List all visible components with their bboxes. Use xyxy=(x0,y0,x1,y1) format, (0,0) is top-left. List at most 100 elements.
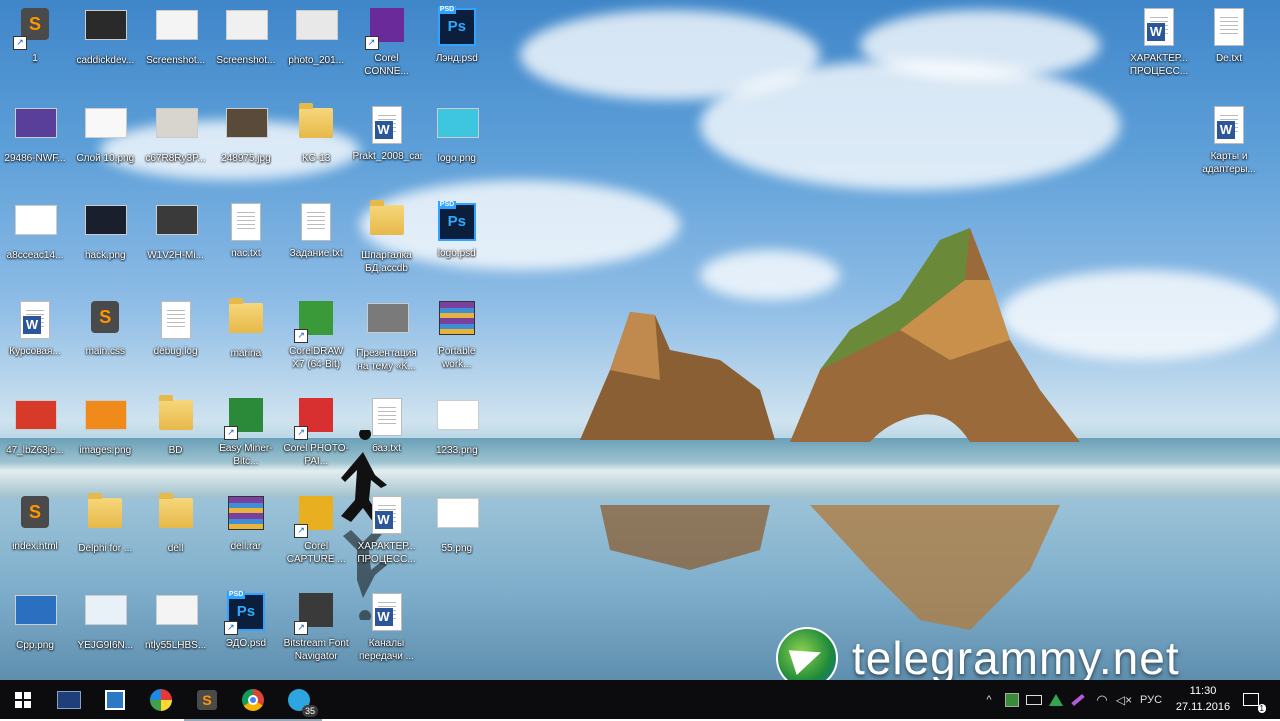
desktop-icon[interactable]: 1233.png xyxy=(422,394,492,489)
desktop-icon[interactable]: ↗ Corel CAPTURE ... xyxy=(281,492,351,587)
desktop-icon[interactable]: debug.log xyxy=(141,297,211,392)
notifications-button[interactable]: 1 xyxy=(1236,680,1266,719)
taskbar-app-blue[interactable] xyxy=(92,680,138,719)
desktop-icon[interactable]: YEJG9I6N... xyxy=(70,589,140,680)
taskbar-app-telegram[interactable]: 35 xyxy=(276,680,322,721)
desktop-icon-label: c67R8Ry3P... xyxy=(145,152,206,164)
language-indicator[interactable]: РУС xyxy=(1138,680,1164,719)
desktop-icon[interactable]: баз.txt xyxy=(352,394,422,489)
desktop-icon-label: main.css xyxy=(85,345,126,357)
desktop-icon[interactable]: a8cceac14... xyxy=(0,199,70,294)
desktop-icon[interactable]: BD xyxy=(141,394,211,489)
desktop-icon[interactable]: W Prakt_2008_cam_ru_32... xyxy=(352,102,422,197)
desktop-icon[interactable]: Задание.txt xyxy=(281,199,351,294)
desktop-icon[interactable]: ↗ Corel PHOTO-PAI... xyxy=(281,394,351,489)
clock-time: 11:30 xyxy=(1189,685,1217,697)
desktop-icon[interactable]: Ps PSD Лэнд.psd xyxy=(422,4,492,99)
desktop-icon[interactable]: hack.png xyxy=(70,199,140,294)
desktop-icon[interactable]: ↗ Corel CONNE... xyxy=(352,4,422,99)
desktop-icon[interactable]: Screenshot... xyxy=(211,4,281,99)
word-doc-icon: W xyxy=(1209,106,1249,146)
desktop-icon[interactable]: nac.txt xyxy=(211,199,281,294)
desktop-icon[interactable]: Презентация на тему «К... xyxy=(352,297,422,392)
desktop-icon[interactable]: Sindex.html xyxy=(0,492,70,587)
folder-icon xyxy=(296,102,336,148)
desktop-icon[interactable]: Cpp.png xyxy=(0,589,70,680)
winrar-archive-icon xyxy=(437,300,477,341)
desktop-icon[interactable]: 29486-NWF... xyxy=(0,102,70,197)
desktop-icon[interactable]: Screenshot... xyxy=(141,4,211,99)
desktop-icon[interactable]: 55.png xyxy=(422,492,492,587)
desktop-icon[interactable]: ↗ Bitstream Font Navigator xyxy=(281,589,351,680)
desktop-icon-label: hack.png xyxy=(85,250,126,261)
desktop-icon[interactable]: photo_201... xyxy=(281,4,351,99)
desktop-icon-label: Каналы передачи ... xyxy=(359,638,414,662)
desktop-icon[interactable]: dell.rar xyxy=(211,492,281,587)
image-thumbnail-icon xyxy=(85,10,128,50)
desktop-icon[interactable]: De.txt xyxy=(1194,4,1264,99)
folder-icon xyxy=(226,297,266,343)
desktop-icon[interactable]: Шпаргалка БД.accdb xyxy=(352,199,422,294)
taskbar-app-sublime[interactable]: S xyxy=(184,680,230,721)
desktop-icon-label: marina xyxy=(230,347,262,359)
desktop-icon[interactable]: Delphi for ... xyxy=(70,492,140,587)
desktop-icon[interactable]: ↗ Easy Miner-Bitc... xyxy=(211,394,281,489)
telegram-logo-icon xyxy=(776,627,838,680)
taskbar-app-color[interactable] xyxy=(138,680,184,719)
sublime-file-icon: S ↗ xyxy=(13,8,55,50)
desktop-icon[interactable]: 47_lbZ63je... xyxy=(0,394,70,489)
volume-muted-icon[interactable]: ◁× xyxy=(1114,680,1134,719)
taskbar-app-ide[interactable] xyxy=(46,680,92,719)
google-drive-icon[interactable] xyxy=(1046,680,1066,719)
clock-date: 27.11.2016 xyxy=(1175,701,1231,713)
desktop-icon[interactable]: Ps PSD ↗ ЭДО.psd xyxy=(211,589,281,680)
desktop-icon[interactable]: KC-13 xyxy=(281,102,351,197)
desktop-icon[interactable]: W Карты и адаптеры... xyxy=(1194,102,1264,197)
desktop-icon[interactable]: logo.png xyxy=(422,102,492,197)
folder-icon xyxy=(85,492,125,538)
desktop-icon[interactable]: marina xyxy=(211,297,281,392)
desktop-icon[interactable]: Smain.css xyxy=(70,297,140,392)
desktop-icon-label: 1 xyxy=(32,53,38,64)
desktop-icon[interactable]: dell xyxy=(141,492,211,587)
desktop-icon-label: Delphi for ... xyxy=(78,542,133,554)
image-thumbnail-icon xyxy=(15,400,57,440)
battery-icon[interactable] xyxy=(1024,680,1044,719)
taskbar: S 35 ^ ◠ ◁× РУС 11:30 27.11.2016 1 xyxy=(0,680,1280,721)
tray-app-icon[interactable] xyxy=(1002,680,1022,719)
text-file-icon xyxy=(226,203,266,243)
notification-icon: 1 xyxy=(1243,693,1266,713)
desktop-icon[interactable]: images.png xyxy=(70,394,140,489)
sublime-file-icon: S xyxy=(15,495,55,536)
desktop-icon[interactable]: ↗ CorelDRAW X7 (64-Bit) xyxy=(281,297,351,392)
desktop-icon[interactable]: Portable work... xyxy=(422,297,492,392)
desktop-icon-label: Cpp.png xyxy=(16,640,54,651)
desktop-icon-label: YEJG9I6N... xyxy=(77,640,134,651)
desktop-icon[interactable]: W Каналы передачи ... xyxy=(352,589,422,680)
winrar-archive-icon xyxy=(226,495,266,536)
desktop-icon[interactable]: caddickdev... xyxy=(70,4,140,99)
desktop-icon-label: dell.rar xyxy=(230,540,262,552)
taskbar-app-chrome[interactable] xyxy=(230,680,276,721)
desktop-icon[interactable]: c67R8Ry3P... xyxy=(141,102,211,197)
desktop-icon-label: logo.psd xyxy=(437,248,476,259)
desktop-icon[interactable]: W ХАРАКТЕР... ПРОЦЕСС... xyxy=(352,492,422,587)
app-icon xyxy=(105,689,125,710)
desktop-icon[interactable]: W1V2H-Mi... xyxy=(141,199,211,294)
desktop-icon[interactable]: ntly55LHBS... xyxy=(141,589,211,680)
desktop-icon[interactable]: Ps PSD logo.psd xyxy=(422,199,492,294)
desktop-icon-label: a8cceac14... xyxy=(6,250,64,261)
image-thumbnail-icon xyxy=(155,107,198,148)
feather-icon[interactable] xyxy=(1068,680,1088,719)
desktop-icon[interactable]: 248975.jpg xyxy=(211,102,281,197)
tray-chevron-icon[interactable]: ^ xyxy=(980,680,998,719)
start-button[interactable] xyxy=(0,680,46,719)
clock[interactable]: 11:30 27.11.2016 xyxy=(1172,683,1234,715)
desktop-icon[interactable]: W ХАРАКТЕР... ПРОЦЕСС... xyxy=(1124,4,1194,99)
wifi-icon[interactable]: ◠ xyxy=(1092,680,1112,719)
word-doc-icon: W xyxy=(367,105,407,146)
desktop-icon-label: De.txt xyxy=(1215,53,1243,64)
desktop-icon[interactable]: S ↗ 1 xyxy=(0,4,70,99)
desktop-icon[interactable]: Слой 10.png xyxy=(70,102,140,197)
desktop-icon[interactable]: W Курсовая... xyxy=(0,297,70,392)
